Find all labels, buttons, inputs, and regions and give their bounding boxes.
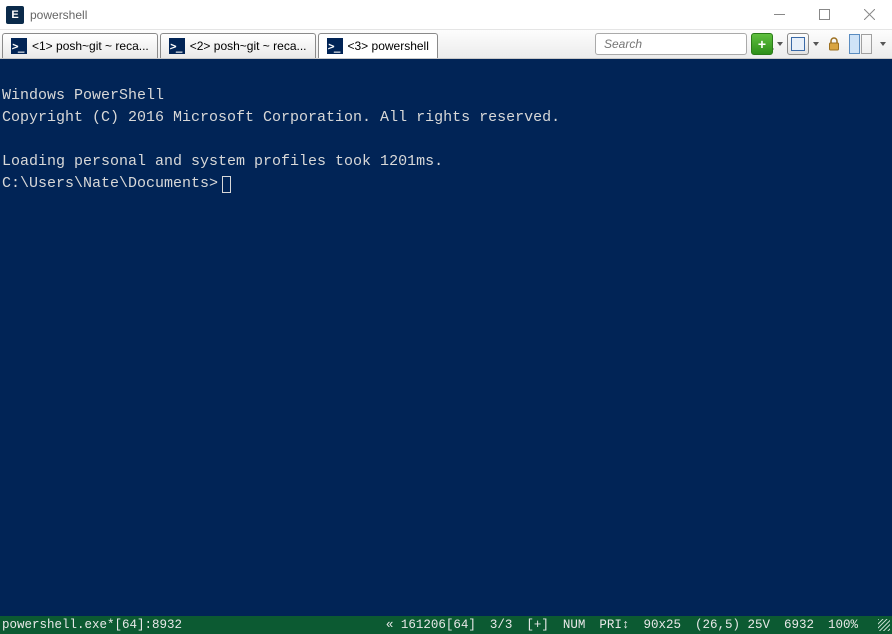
- powershell-icon: >_: [169, 38, 185, 54]
- terminal-line: Windows PowerShell: [2, 87, 164, 104]
- powershell-icon: >_: [11, 38, 27, 54]
- pane-left-icon: [849, 34, 860, 54]
- layout-button[interactable]: [787, 33, 809, 55]
- tab-2[interactable]: >_ <2> posh~git ~ reca...: [160, 33, 316, 58]
- lock-icon: [826, 36, 842, 52]
- layout-dropdown[interactable]: [813, 42, 819, 46]
- maximize-icon: [819, 9, 830, 20]
- window-title: powershell: [30, 8, 87, 22]
- status-bar: powershell.exe*[64]:8932 « 161206[64] 3/…: [0, 616, 892, 634]
- terminal-line: Copyright (C) 2016 Microsoft Corporation…: [2, 109, 560, 126]
- app-icon: E: [6, 6, 24, 24]
- search-input[interactable]: [604, 37, 761, 51]
- status-zoom: 100%: [828, 618, 858, 632]
- new-tab-dropdown[interactable]: [777, 42, 783, 46]
- resize-grip[interactable]: [878, 619, 890, 631]
- powershell-icon: >_: [327, 38, 343, 54]
- pane-split-button[interactable]: [849, 34, 873, 54]
- terminal-prompt: C:\Users\Nate\Documents>: [2, 173, 218, 195]
- status-tabs-count: 3/3: [490, 618, 513, 632]
- tab-3[interactable]: >_ <3> powershell: [318, 33, 438, 58]
- status-pid: 6932: [784, 618, 814, 632]
- tab-label: <1> posh~git ~ reca...: [32, 39, 149, 53]
- tab-label: <3> powershell: [348, 39, 429, 53]
- maximize-button[interactable]: [802, 0, 847, 30]
- close-button[interactable]: [847, 0, 892, 30]
- tab-1[interactable]: >_ <1> posh~git ~ reca...: [2, 33, 158, 58]
- cursor: [222, 176, 231, 193]
- minimize-button[interactable]: [757, 0, 802, 30]
- terminal-output[interactable]: Windows PowerShell Copyright (C) 2016 Mi…: [0, 59, 892, 616]
- search-box[interactable]: [595, 33, 747, 55]
- status-build: « 161206[64]: [386, 618, 476, 632]
- terminal-line: Loading personal and system profiles too…: [2, 153, 443, 170]
- square-icon: [791, 37, 805, 51]
- tab-toolbar: >_ <1> posh~git ~ reca... >_ <2> posh~gi…: [0, 30, 892, 59]
- status-size: 90x25: [643, 618, 681, 632]
- menu-dropdown[interactable]: [880, 42, 886, 46]
- tab-label: <2> posh~git ~ reca...: [190, 39, 307, 53]
- status-cursor-pos: (26,5) 25V: [695, 618, 770, 632]
- toolbar-right: +: [595, 30, 892, 58]
- app-icon-letter: E: [11, 9, 18, 21]
- new-tab-button[interactable]: +: [751, 33, 773, 55]
- status-process: powershell.exe*[64]:8932: [2, 618, 182, 632]
- status-priority: PRI↕: [599, 618, 629, 632]
- minimize-icon: [774, 9, 785, 20]
- lock-button[interactable]: [823, 33, 845, 55]
- status-numlock: NUM: [563, 618, 586, 632]
- pane-right-icon: [861, 34, 872, 54]
- plus-icon: +: [758, 37, 766, 51]
- titlebar: E powershell: [0, 0, 892, 30]
- close-icon: [864, 9, 875, 20]
- status-plus: [+]: [526, 618, 549, 632]
